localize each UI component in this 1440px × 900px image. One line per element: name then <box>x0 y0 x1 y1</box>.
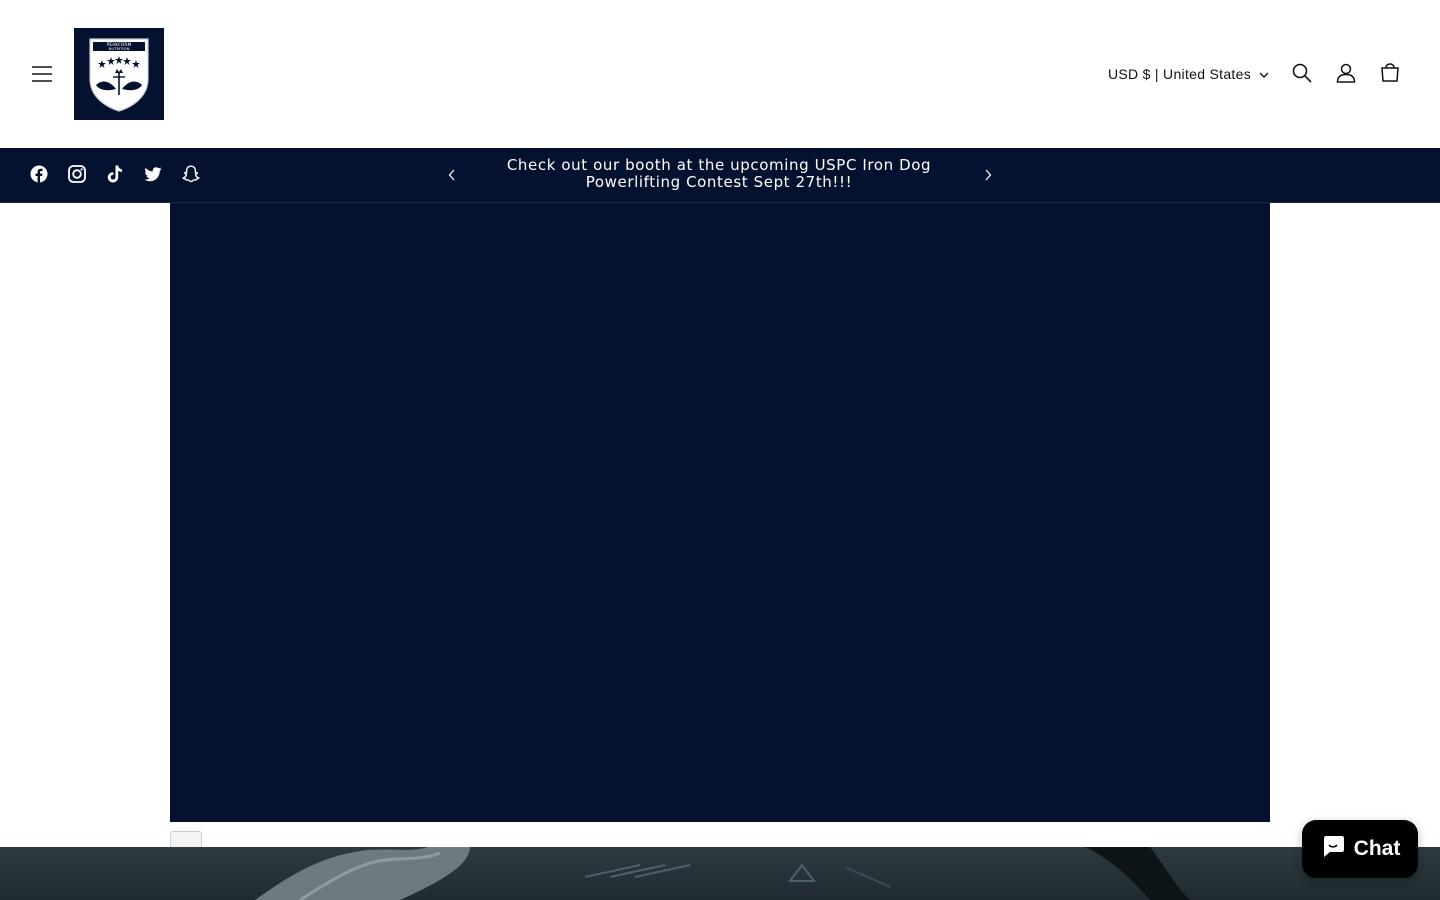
instagram-icon[interactable] <box>61 158 93 190</box>
announcement-next-button[interactable] <box>974 160 1002 190</box>
hero-video-player[interactable] <box>170 203 1270 822</box>
chevron-right-icon <box>985 169 992 181</box>
announcement-line-1: Check out our booth at the upcoming USPC… <box>506 156 932 174</box>
twitter-icon[interactable] <box>137 158 169 190</box>
chevron-down-icon <box>1259 66 1269 82</box>
currency-label: USD $ | United States <box>1108 66 1251 82</box>
crest-logo-image: PEAKFORM NUTRITION <box>89 38 149 112</box>
announcement-bar: Check out our booth at the upcoming USPC… <box>0 148 1440 203</box>
cart-icon[interactable] <box>1373 56 1407 90</box>
facebook-icon[interactable] <box>23 158 55 190</box>
announcement-message: Check out our booth at the upcoming USPC… <box>472 157 966 191</box>
video-play-pause-button[interactable] <box>170 831 202 847</box>
chat-bubble-icon <box>1320 833 1346 865</box>
site-header: PEAKFORM NUTRITION USD $ | United States <box>0 0 1440 148</box>
announcement-prev-button[interactable] <box>438 160 466 190</box>
chevron-left-icon <box>448 169 455 181</box>
hero-banner-image <box>0 847 1440 900</box>
currency-country-selector[interactable]: USD $ | United States <box>1108 60 1269 88</box>
announcement-line-2: Powerlifting Contest Sept 27th!!! <box>585 173 853 191</box>
search-icon[interactable] <box>1285 56 1319 90</box>
brand-logo[interactable]: PEAKFORM NUTRITION <box>74 28 164 120</box>
tiktok-icon[interactable] <box>99 158 131 190</box>
hamburger-menu-icon[interactable] <box>26 58 58 90</box>
chat-button[interactable]: Chat <box>1302 820 1418 878</box>
chat-label: Chat <box>1353 837 1401 860</box>
snapchat-icon[interactable] <box>175 158 207 190</box>
account-icon[interactable] <box>1329 56 1363 90</box>
svg-text:NUTRITION: NUTRITION <box>109 46 130 51</box>
